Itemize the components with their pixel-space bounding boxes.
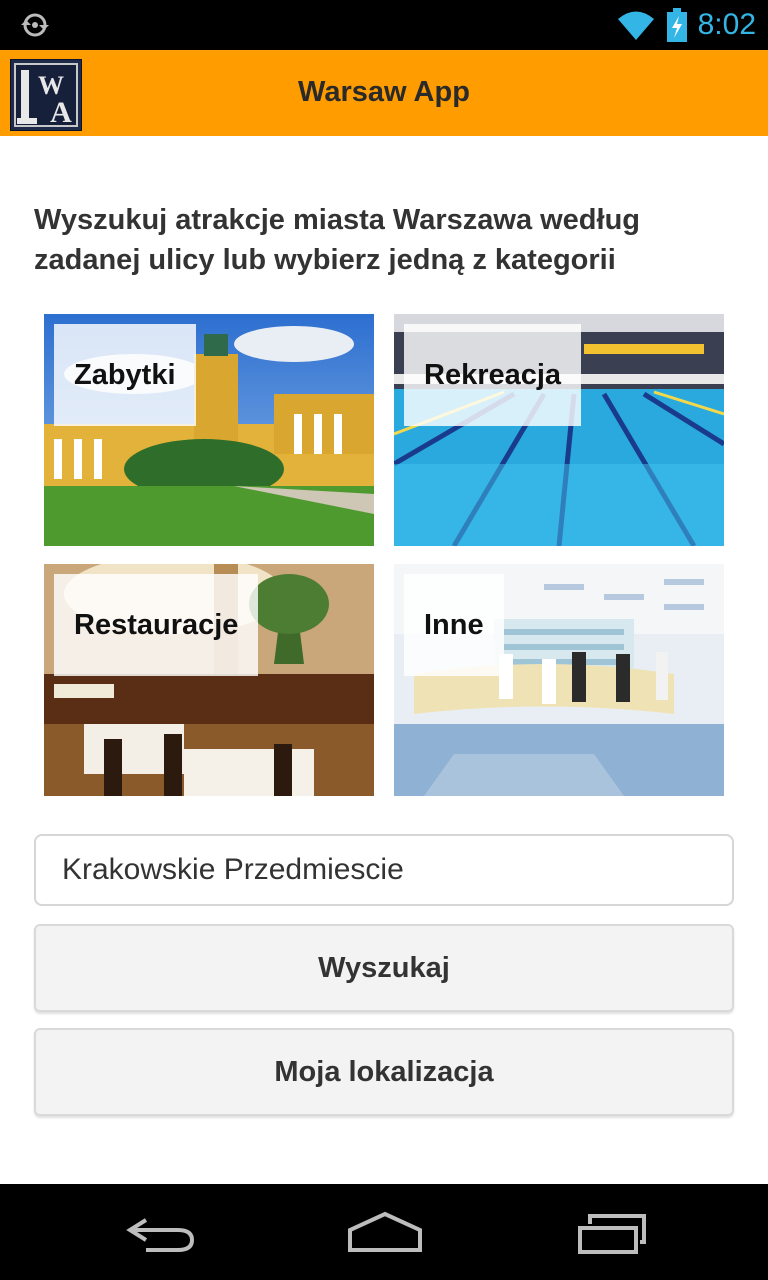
page-heading: Wyszukuj atrakcje miasta Warszawa według… [34, 204, 641, 276]
category-tile-inne[interactable]: Inne [394, 564, 724, 796]
navigation-bar [0, 1184, 768, 1280]
recent-apps-icon[interactable] [566, 1210, 656, 1254]
battery-charging-icon [666, 8, 687, 42]
my-location-button[interactable]: Moja lokalizacja [34, 1028, 734, 1116]
category-tile-rekreacja[interactable]: Rekreacja [394, 314, 724, 546]
category-label: Rekreacja [404, 324, 582, 426]
status-bar: 8:02 [0, 0, 768, 50]
street-search-input[interactable] [34, 834, 734, 906]
wifi-icon [617, 11, 654, 40]
search-button[interactable]: Wyszukaj [34, 924, 734, 1012]
home-icon[interactable] [340, 1210, 430, 1254]
action-bar: W A Warsaw App [0, 50, 768, 136]
category-label: Inne [404, 574, 504, 676]
category-label: Restauracje [54, 574, 259, 676]
category-tile-zabytki[interactable]: Zabytki [44, 314, 374, 546]
category-tile-restauracje[interactable]: Restauracje [44, 564, 374, 796]
category-label: Zabytki [54, 324, 196, 426]
back-icon[interactable] [116, 1210, 206, 1254]
clock: 8:02 [697, 8, 756, 41]
app-title: Warsaw App [298, 76, 470, 108]
main-content: Wyszukuj atrakcje miasta Warszawa według… [0, 136, 768, 1184]
sync-icon [21, 13, 49, 37]
